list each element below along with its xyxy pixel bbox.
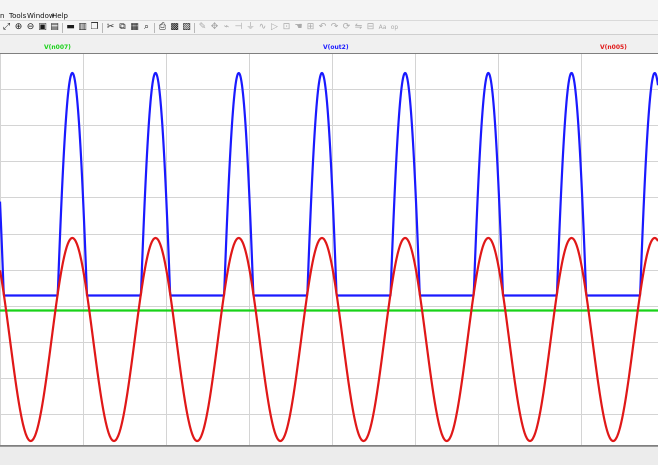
mirror-button[interactable]: ⇋ [353, 22, 364, 33]
menu-help[interactable]: Help [52, 13, 68, 20]
print-preview-button[interactable]: ▩ [169, 22, 180, 33]
capacitor-icon: ⊣ [234, 22, 243, 32]
paste-icon: ▦ [130, 22, 139, 32]
resistor-button[interactable]: ⌁ [221, 22, 232, 33]
component-button[interactable]: ⊡ [281, 22, 292, 33]
menu-bar: n Tools Window Help [0, 0, 658, 20]
print-setup-button[interactable]: ▧ [181, 22, 192, 33]
print-button[interactable]: ⎙ [157, 22, 168, 33]
op-button[interactable]: op [389, 22, 400, 33]
toolbar-separator [62, 23, 63, 33]
move-button[interactable]: ✥ [209, 22, 220, 33]
trace-legend: V(n007) V(out2) V(n005) [0, 37, 658, 53]
redo-button[interactable]: ↷ [329, 22, 340, 33]
rotate-button[interactable]: ⟳ [341, 22, 352, 33]
zoom-in-button[interactable]: ⊕ [13, 22, 24, 33]
zoom-out-button[interactable]: ⊖ [25, 22, 36, 33]
redo-icon: ↷ [330, 22, 339, 32]
zoom-to-fit-button[interactable]: ▣ [37, 22, 48, 33]
pencil-icon: ✎ [198, 22, 207, 32]
toolbar-separator [154, 23, 155, 33]
toolbar-separator [194, 23, 195, 33]
op-icon: op [390, 24, 399, 31]
autorange-button[interactable]: ▤ [49, 22, 60, 33]
text-button[interactable]: Aa [377, 22, 388, 33]
cascade-windows-icon: ❐ [90, 22, 99, 32]
menu-window[interactable]: Window [27, 13, 55, 20]
trace-label-n007[interactable]: V(n007) [44, 44, 71, 51]
inductor-button[interactable]: ∿ [257, 22, 268, 33]
undo-icon: ↶ [318, 22, 327, 32]
menu-view[interactable]: n [0, 13, 4, 20]
find-button[interactable]: ⌕ [141, 22, 152, 33]
hand-icon: ☚ [294, 22, 303, 32]
toolbar-separator [102, 23, 103, 33]
label-icon: ⊞ [306, 22, 315, 32]
diode-icon: ▷ [271, 22, 278, 32]
ground-icon: ⏚ [245, 22, 255, 32]
trace-label-out2[interactable]: V(out2) [323, 44, 349, 51]
component-icon: ⊡ [282, 22, 291, 32]
tile-vertically-icon: ▬ [66, 22, 75, 32]
mirror-icon: ⇋ [354, 22, 363, 32]
status-bar [0, 446, 658, 465]
hand-button[interactable]: ☚ [293, 22, 304, 33]
resistor-icon: ⌁ [223, 22, 230, 32]
copy-button[interactable]: ⧉ [117, 22, 128, 33]
zoom-to-fit-icon: ▣ [38, 22, 47, 32]
inductor-icon: ∿ [258, 22, 267, 32]
tile-horizontally-button[interactable]: ▥ [77, 22, 88, 33]
undo-button[interactable]: ↶ [317, 22, 328, 33]
move-icon: ✥ [210, 22, 219, 32]
text-icon: Aa [378, 24, 387, 31]
autorange-icon: ▤ [50, 22, 59, 32]
paste-button[interactable]: ▦ [129, 22, 140, 33]
find-icon: ⌕ [143, 22, 150, 32]
print-icon: ⎙ [158, 22, 167, 32]
trace-label-n005[interactable]: V(n005) [600, 44, 627, 51]
cascade-windows-button[interactable]: ❐ [89, 22, 100, 33]
print-setup-icon: ▧ [182, 22, 191, 32]
capacitor-button[interactable]: ⊣ [233, 22, 244, 33]
tile-vertically-button[interactable]: ▬ [65, 22, 76, 33]
diode-button[interactable]: ▷ [269, 22, 280, 33]
label-button[interactable]: ⊞ [305, 22, 316, 33]
zoom-full-extent-icon: ⤢ [2, 22, 11, 32]
menu-tools[interactable]: Tools [9, 13, 26, 20]
toolbar: ⤢ ⊕ ⊖ ▣ ▤ ▬ ▥ ❐ ✂ ⧉ ▦ ⌕ ⎙ ▩ ▧ ✎ ✥ ⌁ ⊣ ⏚ ∿ ▷ ⊡ ☚ ⊞ ↶ ↷ ⟳ ⇋ ⊟ Aa op [0, 20, 658, 35]
cut-button[interactable]: ✂ [105, 22, 116, 33]
spice-directive-icon: ⊟ [366, 22, 375, 32]
waveform-plot-area[interactable] [0, 53, 658, 446]
cut-icon: ✂ [106, 22, 115, 32]
waveform-plot[interactable] [0, 53, 658, 446]
zoom-out-icon: ⊖ [26, 22, 35, 32]
ground-button[interactable]: ⏚ [245, 22, 256, 33]
print-preview-icon: ▩ [170, 22, 179, 32]
spice-directive-button[interactable]: ⊟ [365, 22, 376, 33]
zoom-full-extent-button[interactable]: ⤢ [1, 22, 12, 33]
zoom-in-icon: ⊕ [14, 22, 23, 32]
rotate-icon: ⟳ [342, 22, 351, 32]
pencil-button[interactable]: ✎ [197, 22, 208, 33]
tile-horizontally-icon: ▥ [78, 22, 87, 32]
copy-icon: ⧉ [119, 22, 126, 32]
